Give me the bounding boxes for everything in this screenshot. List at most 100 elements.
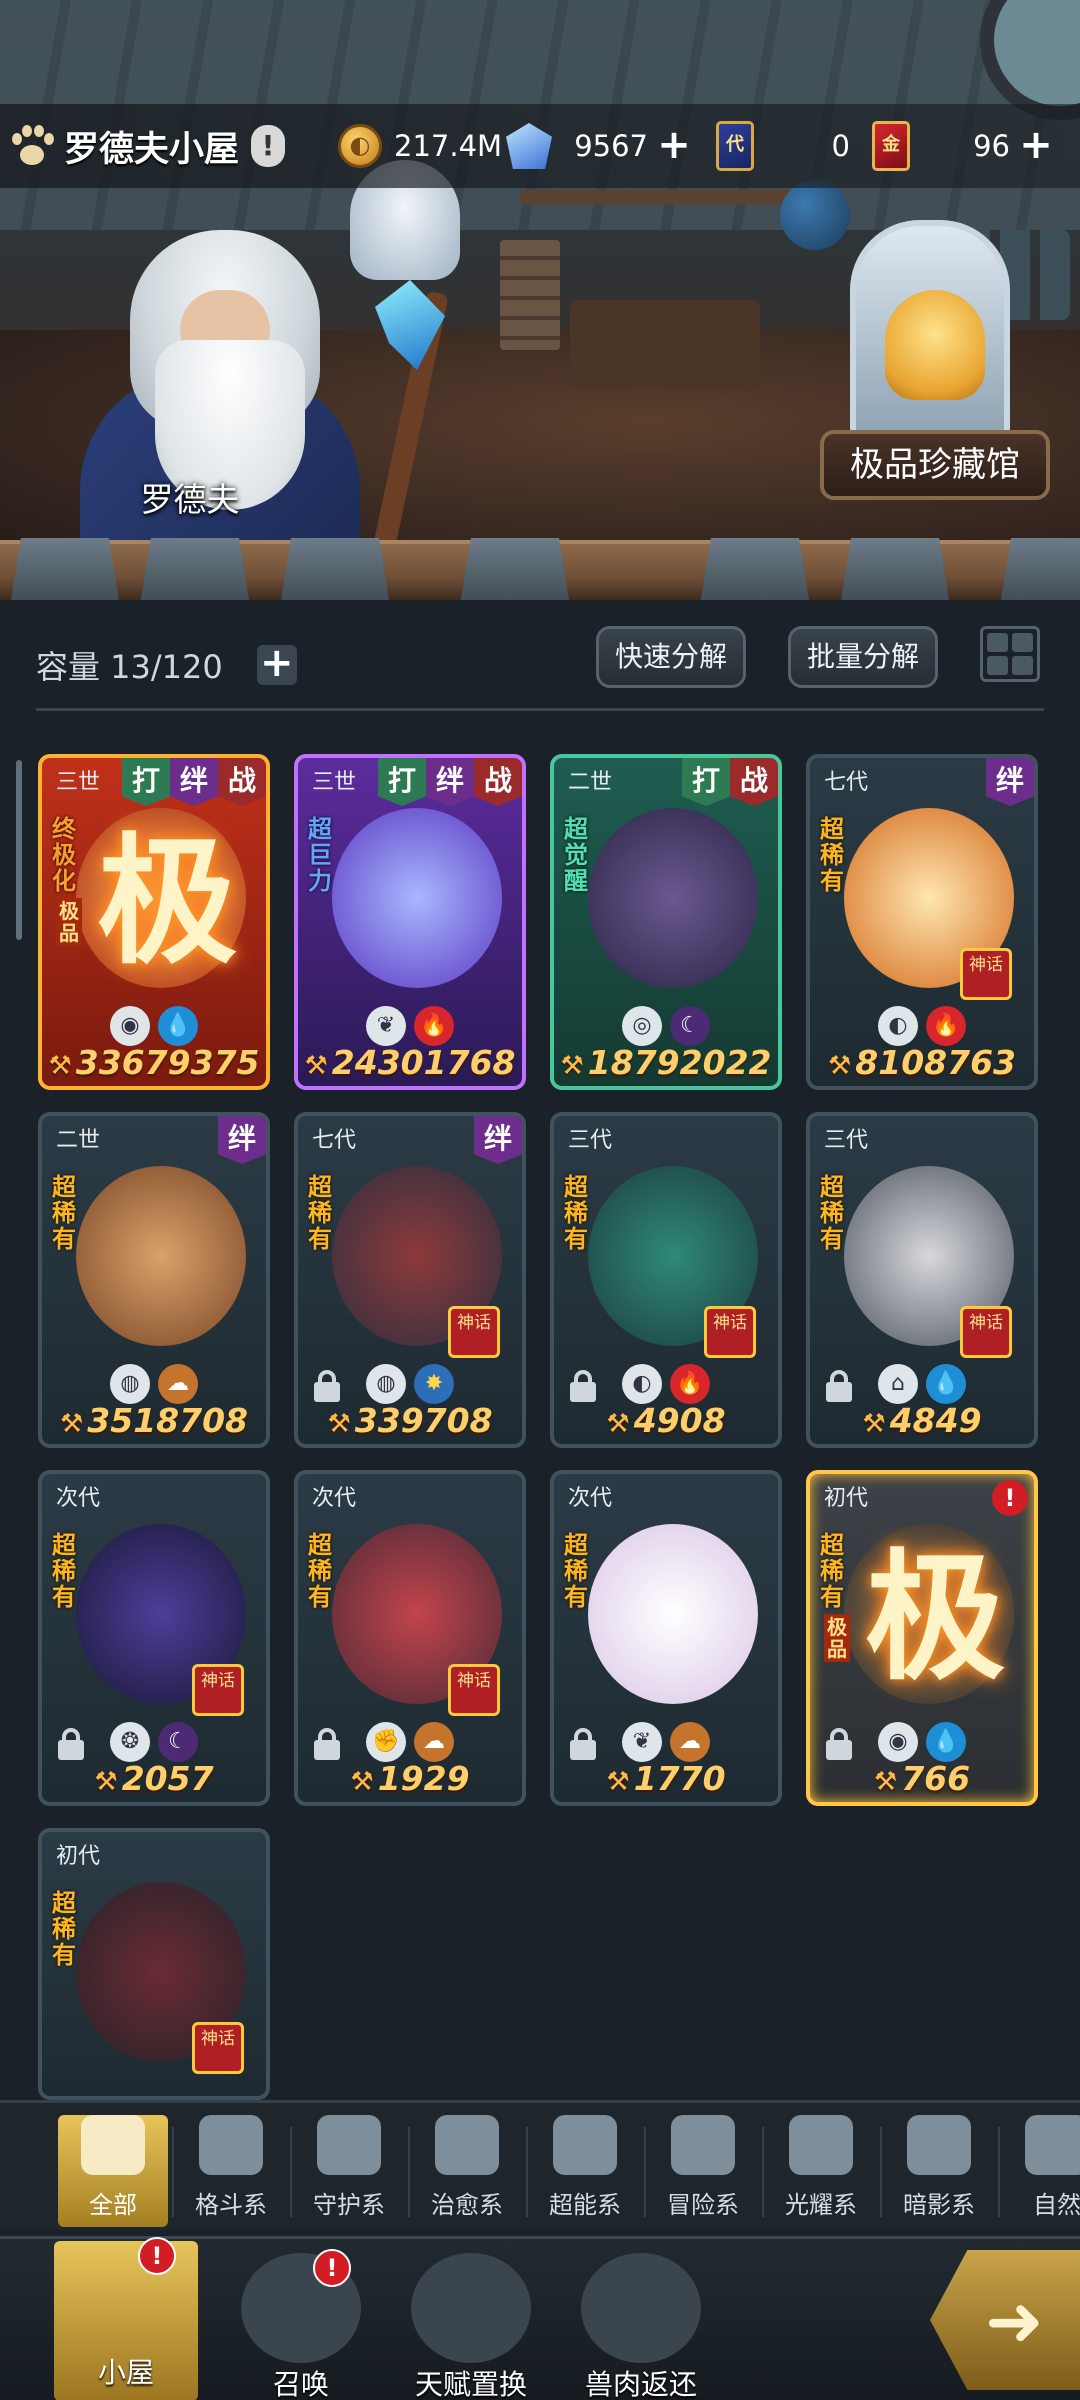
element-icon: ☁ [670,1722,710,1762]
category-nature[interactable]: 自然 [1002,2115,1080,2227]
category-light-icon [789,2115,853,2175]
nav-label: 小屋 [97,2356,154,2389]
scene-shelf [520,190,820,204]
nav-talent-swap[interactable]: 天赋置换 [396,2253,546,2400]
card-tags: 打绊战 [378,758,522,806]
golden-idol-icon [885,290,985,400]
element-icon: ❦ [366,1006,406,1046]
pet-card[interactable]: 次代超稀有神话 ❂☾2057 [38,1470,270,1806]
bottom-nav: ! 小屋! 召唤 天赋置换 兽肉返还 [0,2236,1080,2400]
category-label: 自然 [1033,2191,1080,2219]
pet-card[interactable]: 三世打绊战超巨力 ❦🔥24301768 [294,754,526,1090]
element-icon: 🔥 [670,1364,710,1404]
category-separator [762,2127,764,2217]
rarity-label: 超巨力 [308,815,332,895]
mythic-badge: 神话 [448,1306,500,1358]
pet-portrait [588,808,758,988]
rarity-label: 超觉醒 [564,815,588,895]
category-fighting[interactable]: 格斗系 [176,2115,286,2227]
category-all[interactable]: 全部 [58,2115,168,2227]
element-icons: ❂ ☾ [42,1722,266,1762]
rarity-label: 超稀有 [564,1531,588,1611]
pet-card[interactable]: 七代 绊超稀有神话 ◐🔥8108763 [806,754,1038,1090]
meat-icon [581,2253,701,2363]
pet-card[interactable]: 三代超稀有神话 ⌂💧4849 [806,1112,1038,1448]
scrollbar[interactable] [16,760,22,940]
element-icon: 🔥 [926,1006,966,1046]
nav-meat-refund[interactable]: 兽肉返还 [566,2253,716,2400]
generation-label: 七代 [312,1128,357,1153]
gold-card-icon: 金 [872,121,910,171]
pet-portrait [588,1524,758,1704]
nav-label: 天赋置换 [414,2368,527,2400]
info-warning-icon[interactable]: ! [251,125,286,167]
pet-card[interactable]: 七代 绊超稀有神话 ◍✸339708 [294,1112,526,1448]
nav-summon[interactable]: ! 召唤 [226,2249,376,2400]
card-tag: 绊 [218,1116,266,1164]
card-tags: 打绊战 [122,758,266,806]
nav-label: 召唤 [272,2368,329,2400]
mythic-badge: 神话 [192,1664,244,1716]
batch-dismantle-button[interactable]: 批量分解 [788,626,938,688]
category-fighting-icon [199,2115,263,2175]
pet-portrait [332,808,502,988]
add-crystal-button[interactable]: + [656,125,692,165]
generation-card-icon: 代 [716,121,754,171]
category-label: 超能系 [549,2191,621,2219]
category-shadow-icon [907,2115,971,2175]
element-icon: ◍ [110,1364,150,1404]
add-gold-card-button[interactable]: + [1018,125,1054,165]
element-icon: ◍ [366,1364,406,1404]
pet-card[interactable]: 次代超稀有神话 ✊☁1929 [294,1470,526,1806]
mythic-badge: 神话 [704,1306,756,1358]
element-icons: ◍ ✸ [298,1364,522,1404]
category-guardian[interactable]: 守护系 [294,2115,404,2227]
rarity-label: 超稀有 [52,1173,76,1253]
coin-icon: ◐ [338,124,382,168]
crystal-icon [506,123,552,169]
category-psychic[interactable]: 超能系 [530,2115,640,2227]
generation-label: 次代 [568,1486,613,1511]
rarity-label: 超稀有 [52,1889,76,1969]
generation-label: 次代 [312,1486,357,1511]
card-tag: 绊 [474,1116,522,1164]
category-nature-icon [1025,2115,1080,2175]
category-adventure[interactable]: 冒险系 [648,2115,758,2227]
coin-counter: ◐ 217.4M [338,120,502,172]
pet-card[interactable]: 次代超稀有 ❦☁1770 [550,1470,782,1806]
pet-card[interactable]: 二世 绊超稀有 ◍☁3518708 [38,1112,270,1448]
category-separator [172,2127,174,2217]
category-healing-icon [435,2115,499,2175]
pet-card[interactable]: 三代超稀有神话 ◐🔥4908 [550,1112,782,1448]
mythic-badge: 神话 [960,1306,1012,1358]
pet-card[interactable]: 三世打绊战终极化极品极 ◉💧33679375 [38,754,270,1090]
pet-card[interactable]: 初代 超稀有 神话 [38,1828,270,2100]
nav-house[interactable]: ! 小屋 [54,2237,198,2400]
capacity-row: 容量 13/120 + [36,640,297,690]
element-icons: ◉ 💧 [810,1722,1034,1762]
museum-button[interactable]: 极品珍藏馆 [820,430,1050,500]
grid-view-button[interactable] [980,626,1040,682]
category-separator [290,2127,292,2217]
element-icon: ✸ [414,1364,454,1404]
generation-label: 初代 [56,1844,101,1869]
category-label: 冒险系 [667,2191,739,2219]
element-icon: ❦ [622,1722,662,1762]
pet-card[interactable]: 初代超稀有极品极 ◉💧766! [806,1470,1038,1806]
alert-badge: ! [992,1480,1028,1516]
quick-dismantle-button[interactable]: 快速分解 [596,626,746,688]
element-icon: ☁ [414,1722,454,1762]
category-shadow[interactable]: 暗影系 [884,2115,994,2227]
category-healing[interactable]: 治愈系 [412,2115,522,2227]
card-tags: 绊 [986,758,1034,806]
category-light[interactable]: 光耀系 [766,2115,876,2227]
generation-label: 三世 [56,770,101,795]
paw-icon [8,123,54,169]
generation-label: 初代 [824,1486,869,1511]
arrow-icon: ➜ [985,2280,1044,2362]
mythic-badge: 神话 [960,948,1012,1000]
expand-capacity-button[interactable]: + [256,643,297,685]
power-value: 339708 [298,1401,522,1440]
pet-card[interactable]: 二世 打战超觉醒 ◎☾18792022 [550,754,782,1090]
capacity-label: 容量 13/120 [36,648,223,686]
